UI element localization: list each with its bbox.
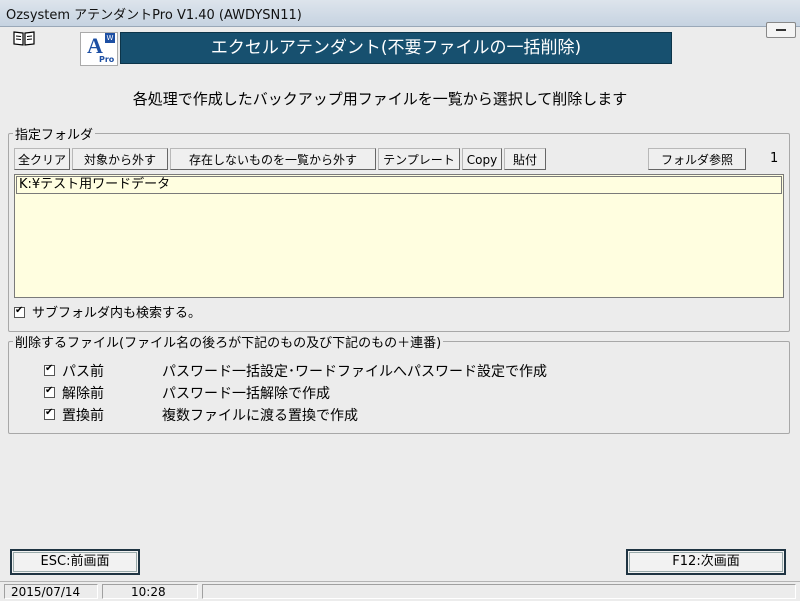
paste-button[interactable]: 貼付 (504, 148, 546, 170)
page-title-banner: エクセルアテンダント(不要ファイルの一括削除) (120, 32, 672, 64)
delete-item-checkbox[interactable] (44, 407, 55, 420)
status-bar: 2015/07/14 10:28 (0, 581, 800, 601)
exclude-button[interactable]: 対象から外す (72, 148, 168, 170)
delete-item-desc: 複数ファイルに渡る置換で作成 (162, 408, 358, 424)
folder-list[interactable]: K:¥テスト用ワードデータ (14, 174, 784, 298)
minimize-button[interactable] (766, 22, 796, 38)
title-bar: Ozsystem アテンダントPro V1.40 (AWDYSN11) (0, 0, 800, 27)
status-date: 2015/07/14 (4, 584, 98, 599)
book-icon[interactable] (12, 30, 36, 46)
folder-count: 1 (770, 151, 779, 166)
logo-sub: Pro (99, 55, 115, 64)
template-button[interactable]: テンプレート (378, 148, 460, 170)
delete-item-name: パス前 (62, 364, 104, 380)
logo-badge: W (105, 33, 115, 43)
subfolder-checkbox[interactable] (14, 305, 25, 318)
delete-item-name: 置換前 (62, 408, 104, 424)
status-panel (202, 584, 796, 599)
page-description: 各処理で作成したバックアップ用ファイルを一覧から選択して削除します (132, 90, 628, 108)
back-button[interactable]: ESC:前画面 (10, 549, 140, 575)
copy-button[interactable]: Copy (462, 148, 502, 170)
window-title: Ozsystem アテンダントPro V1.40 (AWDYSN11) (6, 8, 302, 23)
delete-item-desc: パスワード一括解除で作成 (162, 386, 330, 402)
delete-item-name: 解除前 (62, 386, 104, 402)
subfolder-label: サブフォルダ内も検索する。 (32, 306, 202, 321)
delete-item-checkbox[interactable] (44, 385, 55, 398)
folder-group-legend: 指定フォルダ (15, 128, 94, 143)
app-logo: A W Pro (80, 32, 118, 66)
next-button[interactable]: F12:次画面 (626, 549, 786, 575)
delete-group: 削除するファイル(ファイル名の後ろが下記のもの及び下記のもの＋連番) (8, 332, 790, 434)
exclude-missing-button[interactable]: 存在しないものを一覧から外す (170, 148, 376, 170)
delete-item-checkbox[interactable] (44, 363, 55, 376)
list-item[interactable]: K:¥テスト用ワードデータ (16, 176, 782, 194)
status-time: 10:28 (102, 584, 198, 599)
delete-group-legend: 削除するファイル(ファイル名の後ろが下記のもの及び下記のもの＋連番) (15, 336, 442, 351)
clear-all-button[interactable]: 全クリア (14, 148, 70, 170)
delete-item-desc: パスワード一括設定･ワードファイルへパスワード設定で作成 (162, 364, 547, 380)
browse-folder-button[interactable]: フォルダ参照 (648, 148, 746, 170)
